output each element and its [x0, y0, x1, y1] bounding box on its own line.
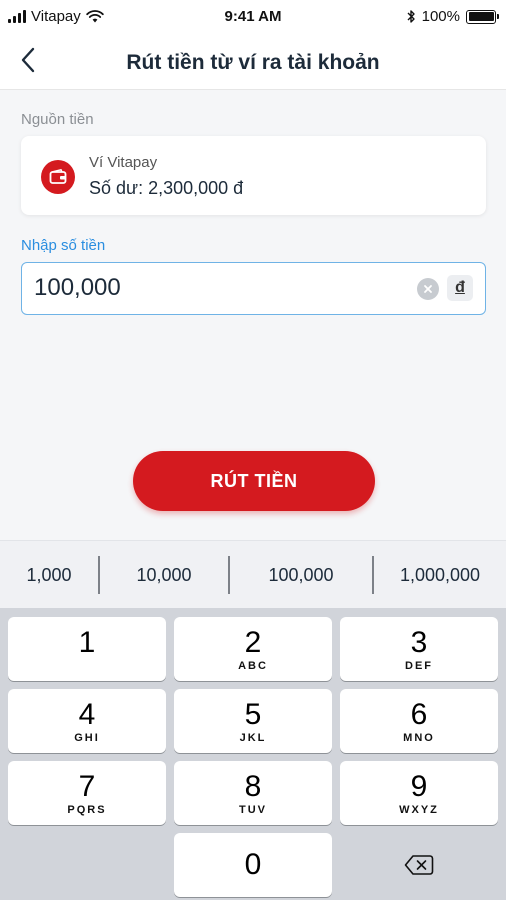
quick-amount-bar: 1,000 10,000 100,000 1,000,000: [0, 540, 506, 608]
battery-percent: 100%: [421, 8, 460, 25]
key-letters: WXYZ: [399, 803, 439, 816]
key-1[interactable]: 1: [8, 617, 166, 681]
key-8[interactable]: 8 TUV: [174, 761, 332, 825]
status-right: 100%: [406, 8, 499, 25]
currency-badge: đ: [447, 275, 473, 301]
key-letters: PQRS: [67, 803, 107, 816]
key-4[interactable]: 4 GHI: [8, 689, 166, 753]
source-card[interactable]: Ví Vitapay Số dư: 2,300,000 đ: [21, 136, 486, 215]
key-6[interactable]: 6 MNO: [340, 689, 498, 753]
key-letters: DEF: [405, 659, 433, 672]
key-3[interactable]: 3 DEF: [340, 617, 498, 681]
wallet-name: Ví Vitapay: [89, 154, 158, 171]
key-digit: 0: [244, 848, 262, 881]
key-9[interactable]: 9 WXYZ: [340, 761, 498, 825]
wallet-icon: [41, 160, 75, 194]
status-bar: Vitapay 9:41 AM 100%: [0, 0, 506, 34]
key-5[interactable]: 5 JKL: [174, 689, 332, 753]
key-letters: TUV: [239, 803, 267, 816]
quick-amount-100000[interactable]: 100,000: [230, 541, 372, 609]
key-2[interactable]: 2 ABC: [174, 617, 332, 681]
page-title: Rút tiền từ ví ra tài khoản: [126, 51, 380, 74]
key-letters: JKL: [239, 731, 267, 744]
quick-amount-1000000[interactable]: 1,000,000: [374, 541, 506, 609]
key-digit: 6: [410, 697, 428, 731]
key-letters: GHI: [74, 731, 100, 744]
key-letters: ABC: [238, 659, 268, 672]
withdraw-button[interactable]: RÚT TIỀN: [133, 451, 375, 511]
key-digit: 3: [410, 625, 428, 659]
battery-icon: [466, 9, 499, 24]
amount-label: Nhập số tiền: [21, 237, 106, 254]
key-letters: MNO: [403, 731, 435, 744]
key-digit: 7: [78, 769, 96, 803]
clear-icon[interactable]: [417, 278, 439, 300]
numeric-keypad: 1 2 ABC 3 DEF 4 GHI 5 JKL 6 MNO 7 PQRS 8…: [0, 608, 506, 900]
amount-field[interactable]: đ: [21, 262, 486, 315]
key-digit: 5: [244, 697, 262, 731]
key-digit: 4: [78, 697, 96, 731]
wallet-balance: Số dư: 2,300,000 đ: [89, 178, 244, 198]
key-digit: 2: [244, 625, 262, 659]
key-digit: 8: [244, 769, 262, 803]
quick-amount-1000[interactable]: 1,000: [0, 541, 98, 609]
key-0[interactable]: 0: [174, 833, 332, 897]
delete-key[interactable]: [340, 833, 498, 897]
amount-input[interactable]: [34, 270, 414, 306]
source-label: Nguồn tiền: [21, 111, 94, 128]
nav-bar: Rút tiền từ ví ra tài khoản: [0, 34, 506, 90]
key-digit: 9: [410, 769, 428, 803]
key-empty: [8, 833, 166, 897]
bluetooth-icon: [407, 10, 415, 23]
key-7[interactable]: 7 PQRS: [8, 761, 166, 825]
quick-amount-10000[interactable]: 10,000: [100, 541, 228, 609]
backspace-icon: [404, 855, 434, 875]
key-digit: 1: [78, 625, 96, 659]
